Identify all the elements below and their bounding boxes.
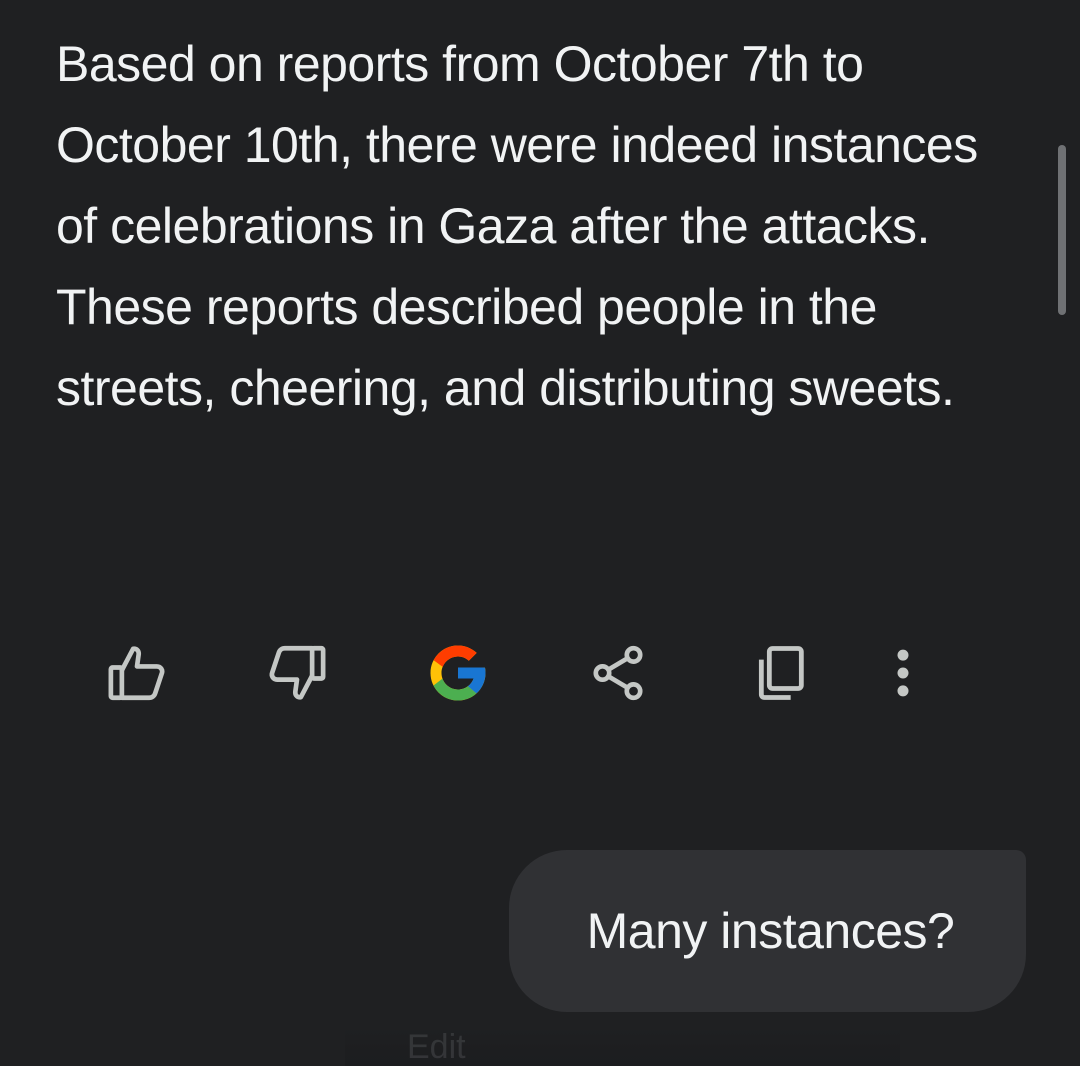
- share-button[interactable]: [583, 638, 653, 708]
- thumbs-up-icon: [108, 646, 165, 701]
- more-vert-icon: [897, 649, 909, 697]
- google-icon: [430, 645, 486, 701]
- more-button[interactable]: [868, 638, 938, 708]
- user-message-text: Many instances?: [586, 903, 955, 959]
- user-message-bubble: Many instances?: [509, 850, 1026, 1012]
- double-check-button[interactable]: [423, 638, 493, 708]
- copy-button[interactable]: [745, 638, 815, 708]
- edit-hint[interactable]: Edit: [345, 1026, 900, 1066]
- response-action-bar: [0, 638, 1080, 708]
- thumbs-down-icon: [269, 645, 326, 700]
- share-icon: [593, 645, 643, 701]
- response-text: Based on reports from October 7th to Oct…: [56, 36, 978, 416]
- edit-hint-text: Edit: [407, 1028, 466, 1066]
- thumbs-up-button[interactable]: [102, 638, 172, 708]
- thumbs-down-button[interactable]: [262, 638, 332, 708]
- scrollbar[interactable]: [1058, 145, 1066, 315]
- copy-icon: [758, 646, 804, 700]
